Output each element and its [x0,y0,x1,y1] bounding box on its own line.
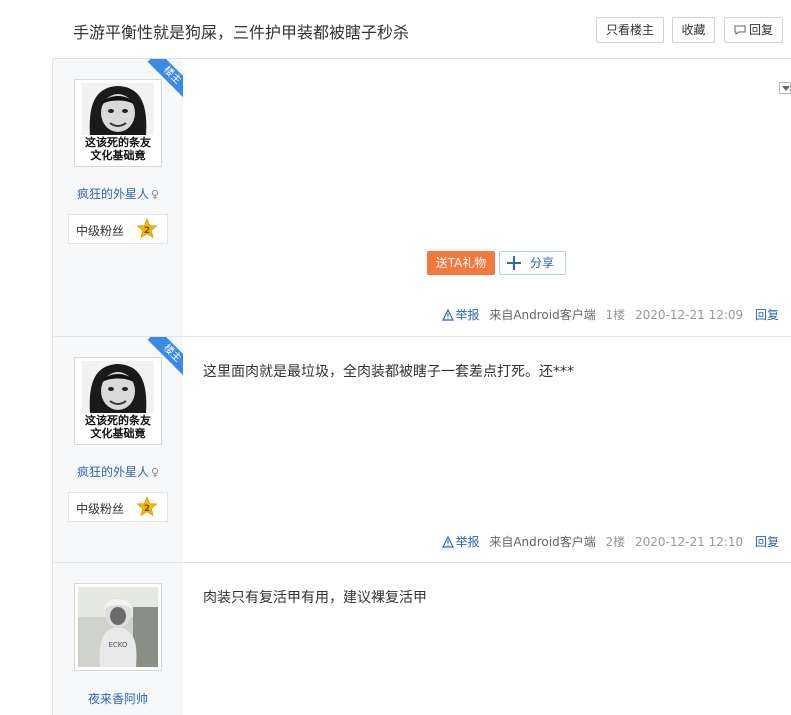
post-content: 送TA礼物 分享 举报 来自Android客户端 1楼 2020-12-21 1… [183,59,791,336]
comment-icon [734,25,746,35]
meme-face-image [82,83,154,135]
avatar[interactable]: 这该死的条友 文化基础竟 [74,79,162,167]
send-gift-button[interactable]: 送TA礼物 [427,251,495,275]
post-tail: 举报 来自Android客户端 2楼 2020-12-21 12:10 回复 [442,533,779,550]
client-source[interactable]: 来自Android客户端 [489,535,595,549]
thread-header: 手游平衡性就是狗屎，三件护甲装都被瞎子秒杀 只看楼主 收藏 回复 [53,0,791,59]
level-badge[interactable]: 中级粉丝 2 [68,214,168,244]
favorite-button[interactable]: 收藏 [672,17,715,43]
floor-number: 1楼 [605,308,626,322]
reply-link[interactable]: 回复 [755,308,779,322]
avatar[interactable]: 这该死的条友 文化基础竟 [74,357,162,445]
avatar-caption: 这该死的条友 文化基础竟 [85,414,151,440]
post-menu-dropdown[interactable] [779,82,791,94]
gender-icon: ♀ [150,188,160,201]
post-text: 肉装只有复活甲有用，建议裸复活甲 [203,590,427,606]
reply-button-label: 回复 [748,23,773,37]
user-photo-image: ECKO [78,587,158,667]
only-op-button[interactable]: 只看楼主 [596,17,664,43]
post-content: 这里面肉就是最垃圾，全肉装都被瞎子一套差点打死。还*** 举报 来自Androi… [183,337,791,562]
username-link[interactable]: 夜来香阿帅 [53,690,183,707]
avatar[interactable]: ECKO [74,583,162,671]
svg-text:ECKO: ECKO [108,641,128,649]
floor-number: 2楼 [605,535,626,549]
share-button[interactable]: 分享 [499,251,566,275]
report-link[interactable]: 举报 [442,308,479,322]
report-link[interactable]: 举报 [442,535,479,549]
author-panel: ECKO 夜来香阿帅 [53,563,183,715]
post-floor-3: ECKO 夜来香阿帅 肉装只有复活甲有用，建议裸复活甲 [53,563,791,715]
plus-icon [507,256,521,270]
chevron-down-icon [782,86,790,91]
avatar-caption: 这该死的条友 文化基础竟 [85,136,151,162]
gender-icon: ♀ [150,466,160,479]
post-content: 肉装只有复活甲有用，建议裸复活甲 [183,563,791,715]
svg-text:2: 2 [144,226,150,236]
svg-text:2: 2 [144,504,150,514]
username-link[interactable]: 疯狂的外星人 ♀ [53,185,183,202]
author-panel: 楼主 这该死的条友 文化基础竟 疯狂的外星人 ♀ 中级粉丝 2 [53,337,183,562]
meme-face-image [82,361,154,413]
level-name: 中级粉丝 [76,502,125,516]
reply-link[interactable]: 回复 [755,535,779,549]
level-badge[interactable]: 中级粉丝 2 [68,492,168,522]
post-floor-1: 楼主 这该死的条友 文化基础竟 疯狂的外星人 ♀ 中级粉丝 2 送TA礼物 分享… [53,59,791,337]
post-floor-2: 楼主 这该死的条友 文化基础竟 疯狂的外星人 ♀ 中级粉丝 2 这里面肉就是最垃… [53,337,791,563]
username-link[interactable]: 疯狂的外星人 ♀ [53,463,183,480]
post-time: 2020-12-21 12:09 [635,308,744,322]
post-text: 这里面肉就是最垃圾，全肉装都被瞎子一套差点打死。还*** [203,364,574,380]
client-source[interactable]: 来自Android客户端 [489,308,595,322]
thread-title: 手游平衡性就是狗屎，三件护甲装都被瞎子秒杀 [73,23,410,42]
level-name: 中级粉丝 [76,224,125,238]
warning-triangle-icon [442,308,455,321]
left-gutter [0,0,53,715]
post-tail: 举报 来自Android客户端 1楼 2020-12-21 12:09 回复 [442,306,779,323]
warning-triangle-icon [442,535,455,548]
post-time: 2020-12-21 12:10 [635,535,744,549]
post-page: 手游平衡性就是狗屎，三件护甲装都被瞎子秒杀 只看楼主 收藏 回复 楼主 这该死的… [0,0,791,715]
reply-button[interactable]: 回复 [724,17,783,43]
star-badge-icon: 2 [136,496,158,517]
author-panel: 楼主 这该死的条友 文化基础竟 疯狂的外星人 ♀ 中级粉丝 2 [53,59,183,336]
star-badge-icon: 2 [136,218,158,239]
